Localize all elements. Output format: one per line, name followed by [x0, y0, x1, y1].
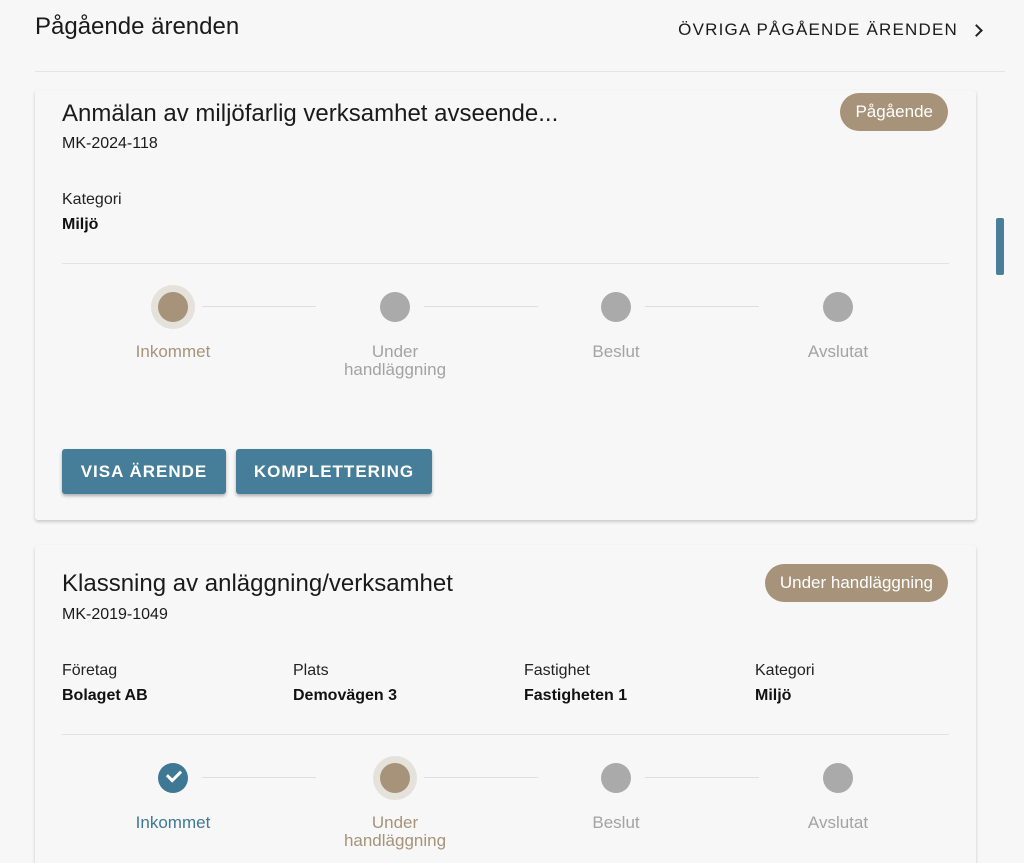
case-card: Klassning av anläggning/verksamhet MK-20…: [35, 545, 976, 863]
meta-company: Företag Bolaget AB: [62, 662, 148, 705]
complement-button[interactable]: KOMPLETTERING: [236, 449, 432, 494]
meta-location: Plats Demovägen 3: [293, 662, 397, 705]
step-label: Inkommet: [135, 342, 211, 361]
step-inkommet: Inkommet: [93, 290, 253, 361]
status-badge: Pågående: [840, 93, 948, 131]
step-label: Avslutat: [807, 342, 869, 361]
step-inkommet: Inkommet: [93, 761, 253, 832]
meta-value: Bolaget AB: [62, 687, 148, 704]
meta-category: Kategori Miljö: [755, 662, 815, 705]
progress-stepper: Inkommet Under handläggning Beslut Avslu…: [62, 290, 949, 390]
meta-label: Kategori: [755, 662, 815, 679]
step-beslut: Beslut: [536, 290, 696, 361]
divider: [62, 734, 949, 735]
step-beslut: Beslut: [536, 761, 696, 832]
meta-label: Fastighet: [524, 662, 590, 679]
meta-property: Fastighet Fastigheten 1: [524, 662, 627, 705]
step-label: Inkommet: [135, 813, 211, 832]
step-pending-indicator: [823, 292, 853, 322]
checkmark-icon: [158, 763, 188, 793]
chevron-right-icon: [970, 23, 983, 37]
view-case-button[interactable]: VISA ÄRENDE: [62, 449, 226, 494]
step-label: Under handläggning: [343, 342, 447, 379]
step-under-handlaggning: Under handläggning: [315, 761, 475, 850]
meta-value: Miljö: [755, 687, 792, 704]
meta-value: Miljö: [62, 216, 99, 233]
case-number: MK-2024-118: [62, 135, 158, 152]
step-current-indicator: [380, 763, 410, 793]
page-header: Pågående ärenden ÖVRIGA PÅGÅENDE ÄRENDEN: [35, 0, 1005, 72]
meta-category: Kategori Miljö: [62, 191, 122, 234]
page: Pågående ärenden ÖVRIGA PÅGÅENDE ÄRENDEN…: [0, 0, 1024, 863]
case-card: Anmälan av miljöfarlig verksamhet avseen…: [35, 90, 976, 520]
step-label: Beslut: [592, 813, 640, 832]
progress-stepper: Inkommet Under handläggning Beslut Avslu…: [62, 761, 949, 861]
step-pending-indicator: [601, 763, 631, 793]
page-title: Pågående ärenden: [35, 13, 240, 40]
status-badge: Under handläggning: [764, 564, 948, 602]
step-pending-indicator: [823, 763, 853, 793]
meta-value: Demovägen 3: [293, 687, 398, 704]
case-number: MK-2019-1049: [62, 606, 168, 623]
step-avslutat: Avslutat: [758, 290, 918, 361]
step-current-indicator: [158, 292, 188, 322]
meta-label: Företag: [62, 662, 118, 679]
scrollbar-thumb[interactable]: [996, 218, 1004, 275]
step-under-handlaggning: Under handläggning: [315, 290, 475, 379]
meta-value: Fastigheten 1: [524, 687, 628, 704]
divider: [62, 263, 949, 264]
other-cases-link[interactable]: ÖVRIGA PÅGÅENDE ÄRENDEN: [678, 20, 985, 40]
step-label: Under handläggning: [343, 813, 447, 850]
step-label: Avslutat: [807, 813, 869, 832]
other-cases-link-label: ÖVRIGA PÅGÅENDE ÄRENDEN: [678, 20, 958, 39]
step-label: Beslut: [592, 342, 640, 361]
step-pending-indicator: [601, 292, 631, 322]
case-title: Klassning av anläggning/verksamhet: [62, 570, 453, 597]
case-title: Anmälan av miljöfarlig verksamhet avseen…: [62, 100, 559, 127]
meta-label: Plats: [293, 662, 329, 679]
step-pending-indicator: [380, 292, 410, 322]
step-avslutat: Avslutat: [758, 761, 918, 832]
meta-label: Kategori: [62, 191, 122, 208]
